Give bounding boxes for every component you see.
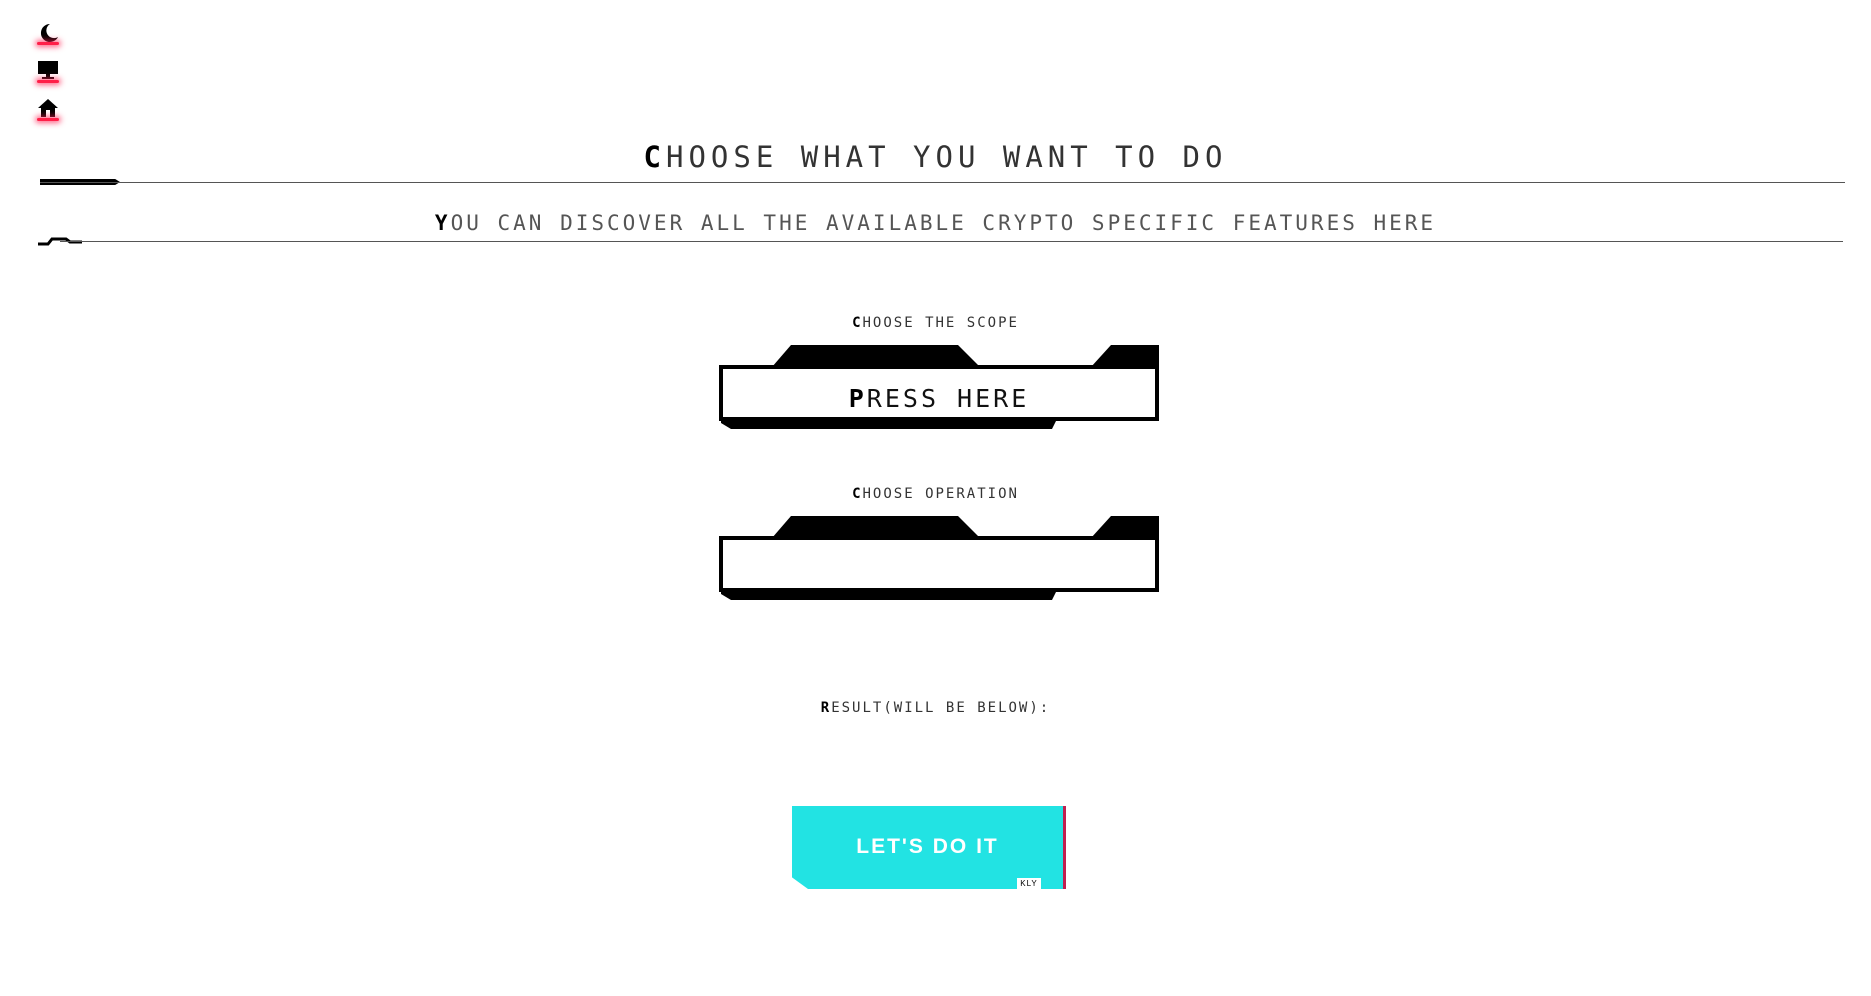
monitor-icon[interactable]: [36, 60, 60, 86]
operation-select[interactable]: [719, 514, 1159, 600]
page-title: CHOOSE WHAT YOU WANT TO DO: [643, 140, 1228, 174]
scope-select[interactable]: PRESS HERE: [719, 343, 1159, 429]
page: CHOOSE WHAT YOU WANT TO DO YOU CAN DISCO…: [0, 0, 1871, 996]
result-label: RESULT(WILL BE BELOW):: [820, 700, 1051, 716]
operation-select-value: [723, 548, 1155, 592]
moon-icon[interactable]: [36, 22, 60, 48]
home-icon[interactable]: [36, 98, 60, 124]
title-divider: [40, 182, 1845, 183]
operation-label: CHOOSE OPERATION: [852, 486, 1019, 502]
scope-label: CHOOSE THE SCOPE: [852, 315, 1019, 331]
subtitle-divider: [60, 241, 1843, 242]
button-tag: KLY: [1017, 878, 1041, 889]
scope-select-value: PRESS HERE: [848, 384, 1030, 413]
lets-do-it-label: LET'S DO IT: [856, 835, 999, 858]
page-subtitle: YOU CAN DISCOVER ALL THE AVAILABLE CRYPT…: [434, 211, 1437, 235]
lets-do-it-button[interactable]: LET'S DO IT KLY: [792, 806, 1066, 889]
